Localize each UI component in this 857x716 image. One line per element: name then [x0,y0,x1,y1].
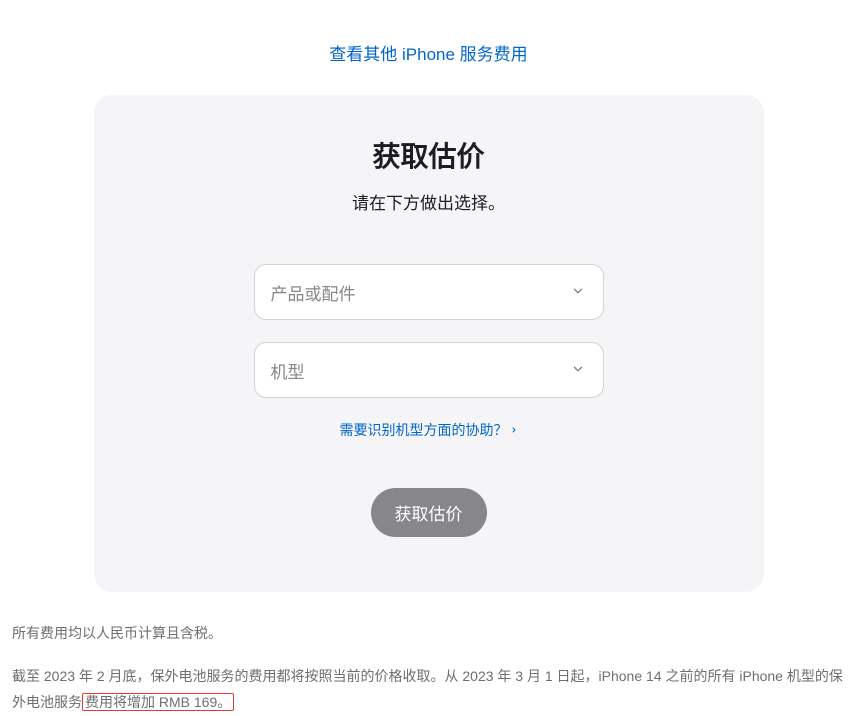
model-select-wrap: 机型 [254,342,604,398]
help-link-row: 需要识别机型方面的协助？ [144,420,714,440]
product-select-placeholder: 产品或配件 [271,280,356,305]
card-title: 获取估价 [144,135,714,175]
product-select-wrap: 产品或配件 [254,264,604,320]
footnote-1: 所有费用均以人民币计算且含税。 [12,620,845,647]
footer-notes: 所有费用均以人民币计算且含税。 截至 2023 年 2 月底，保外电池服务的费用… [10,620,847,716]
other-services-link[interactable]: 查看其他 iPhone 服务费用 [329,45,527,64]
chevron-right-icon [510,424,518,436]
model-select-placeholder: 机型 [271,358,305,383]
estimate-card: 获取估价 请在下方做出选择。 产品或配件 机型 需要识别机型方面的协助？ [94,95,764,592]
product-select[interactable]: 产品或配件 [254,264,604,320]
chevron-down-icon [571,362,587,378]
get-estimate-button[interactable]: 获取估价 [371,488,487,537]
identify-model-help-link[interactable]: 需要识别机型方面的协助？ [340,420,518,440]
top-link-row: 查看其他 iPhone 服务费用 [10,0,847,95]
price-increase-highlight: 费用将增加 RMB 169。 [82,693,234,711]
model-select[interactable]: 机型 [254,342,604,398]
footnote-2: 截至 2023 年 2 月底，保外电池服务的费用都将按照当前的价格收取。从 20… [12,663,845,716]
card-subtext: 请在下方做出选择。 [144,189,714,214]
help-link-label: 需要识别机型方面的协助？ [340,420,508,440]
chevron-down-icon [571,284,587,300]
